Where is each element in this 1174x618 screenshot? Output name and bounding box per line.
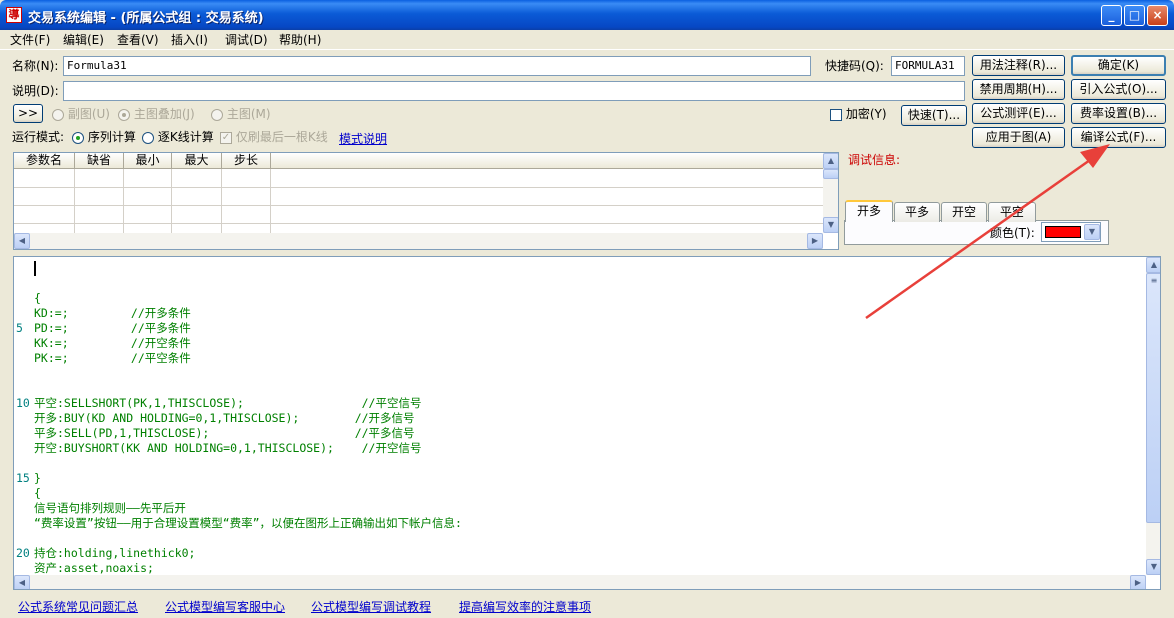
arrow-shaft — [865, 158, 1091, 320]
annotation-arrow-icon — [865, 144, 1110, 320]
